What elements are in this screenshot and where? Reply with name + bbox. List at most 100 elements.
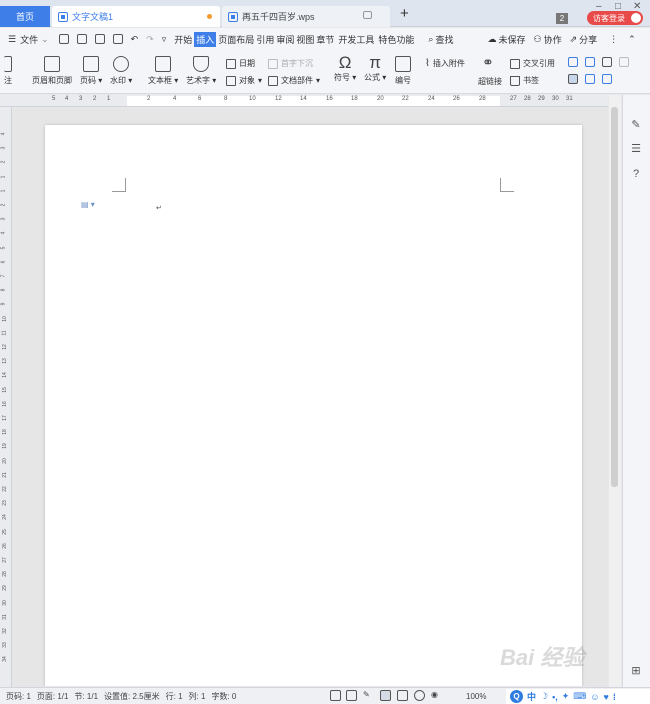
moon-icon[interactable]: ☽ — [540, 691, 548, 702]
smile-icon[interactable]: ☺ — [590, 692, 599, 702]
outline-view-icon[interactable] — [397, 690, 408, 701]
avatar-icon — [631, 13, 641, 23]
textbox-button[interactable]: 文本框 ▾ — [148, 56, 178, 86]
tab-other-document[interactable]: 再五千四百岁.wps — [222, 6, 390, 27]
shirt-icon[interactable]: ♥ — [604, 692, 609, 702]
menu-dev-tools[interactable]: 开发工具 — [338, 33, 374, 46]
vruler-tick: 8 — [0, 288, 7, 292]
vruler-tick: 6 — [0, 260, 7, 264]
menu-review[interactable]: 审阅 — [276, 33, 294, 46]
tab-active-document[interactable]: 文字文稿1 — [52, 6, 220, 27]
grid-menu-icon[interactable]: ⁞ — [613, 692, 616, 702]
ime-lang[interactable]: 中 — [527, 690, 536, 703]
menu-reference[interactable]: 引用 — [256, 33, 274, 46]
menu-file[interactable]: 文件 — [20, 33, 38, 46]
attach-button[interactable]: ⌇ 插入附件 — [425, 58, 465, 69]
dropcap-button[interactable]: 首字下沉 — [268, 58, 313, 69]
help-icon[interactable]: ? — [630, 168, 642, 180]
pen-mode-icon[interactable]: ✎ — [363, 690, 374, 701]
web-view-icon[interactable] — [414, 690, 425, 701]
search-icon[interactable]: ⌕ — [428, 34, 433, 45]
chevron-down-icon[interactable]: ▿ — [162, 34, 167, 45]
layout-icon-4[interactable] — [619, 57, 629, 67]
number-label: 编号 — [395, 76, 411, 85]
tool-icon[interactable]: ✦ — [562, 691, 570, 702]
layout-icon-2[interactable] — [585, 57, 595, 67]
layout-icon-5[interactable] — [568, 74, 578, 84]
vruler-tick: 3 — [0, 217, 7, 221]
paragraph-layout-icon[interactable]: ▤ ▾ — [81, 200, 95, 209]
share-icon: ⇗ — [569, 33, 578, 44]
watermark-button[interactable]: 水印 ▾ — [110, 56, 132, 86]
punct-icon[interactable]: •, — [552, 692, 558, 702]
vruler-tick: 27 — [1, 557, 8, 563]
vruler-tick: 7 — [0, 274, 7, 278]
print-icon[interactable] — [94, 34, 105, 44]
search-button[interactable]: 查找 — [435, 33, 453, 46]
vruler-tick: 2 — [0, 203, 7, 207]
object-button[interactable]: 对象 ▾ — [226, 75, 262, 86]
ruler-tick: 10 — [249, 96, 256, 102]
save-icon[interactable] — [58, 34, 69, 44]
share-button[interactable]: 分享 — [579, 33, 597, 46]
more-icon[interactable]: ⋮ — [609, 34, 618, 45]
tab-home[interactable]: 首页 — [0, 6, 50, 27]
menu-layout[interactable]: 页面布局 — [218, 33, 254, 46]
bookmark-button[interactable]: 书签 — [510, 75, 539, 86]
vertical-ruler[interactable]: 4 3 2 1 1 2 3 4 5 6 7 8 9 10 11 12 13 14 15 16 17 18 19 20 21 22 2… — [0, 107, 12, 687]
menu-start[interactable]: 开始 — [174, 33, 192, 46]
vruler-tick: 30 — [1, 599, 8, 606]
menu-special[interactable]: 特色功能 — [378, 33, 414, 46]
pi-icon: π — [369, 53, 381, 72]
formula-button[interactable]: π 公式 ▾ — [364, 54, 386, 83]
read-mode-icon[interactable] — [346, 690, 357, 701]
collab-button[interactable]: 协作 — [544, 33, 562, 46]
vruler-tick: 2 — [0, 161, 7, 164]
symbol-button[interactable]: Ω 符号 ▾ — [334, 54, 356, 83]
hyperlink-icon-button[interactable]: ⚭ — [482, 54, 494, 70]
ime-toolbar[interactable]: Q 中 ☽ •, ✦ ⌨ ☺ ♥ ⁞ — [506, 689, 650, 704]
fullscreen-icon[interactable] — [330, 690, 341, 701]
unsaved-status[interactable]: 未保存 — [498, 33, 525, 46]
undo-icon[interactable]: ↶ — [131, 34, 139, 45]
layout-icon-6[interactable] — [585, 74, 595, 84]
export-icon[interactable] — [76, 34, 87, 44]
doc-parts-button[interactable]: 文档部件 ▾ — [268, 75, 320, 86]
menu-chapter[interactable]: 章节 — [316, 33, 334, 46]
page-number-button[interactable]: 页码 ▾ — [80, 56, 102, 86]
keyboard-icon[interactable]: ⌨ — [573, 691, 586, 702]
sliders-icon[interactable]: ☰ — [630, 143, 642, 155]
pen-icon[interactable]: ✎ — [630, 119, 642, 131]
collapse-ribbon-icon[interactable]: ⌃ — [628, 34, 636, 45]
horizontal-ruler[interactable]: 5 4 3 2 1 2 4 6 8 10 12 14 16 18 20 22 2… — [0, 95, 608, 107]
vruler-tick: 28 — [1, 571, 8, 577]
note-button[interactable]: 注 — [4, 56, 12, 86]
vruler-tick: 1 — [0, 175, 7, 178]
layout-icon-1[interactable] — [568, 57, 578, 67]
new-tab-button[interactable]: + — [400, 6, 409, 21]
document-page[interactable]: ▤ ▾ ↵ — [45, 125, 582, 686]
preview-icon[interactable] — [112, 34, 123, 44]
chevron-down-icon[interactable]: ⌄ — [41, 34, 49, 45]
crossref-button[interactable]: 交叉引用 — [510, 58, 555, 69]
menu-insert[interactable]: 插入 — [194, 31, 217, 47]
number-button[interactable]: 编号 — [395, 56, 411, 86]
layout-icon-7[interactable] — [602, 74, 612, 84]
page-view-icon[interactable] — [380, 690, 391, 701]
date-button[interactable]: 日期 — [226, 58, 255, 69]
hyperlink-button[interactable]: 超链接 — [478, 76, 502, 87]
zoom-level[interactable]: 100% — [466, 692, 486, 701]
scrollbar-thumb[interactable] — [611, 107, 618, 487]
menu-view[interactable]: 视图 — [296, 33, 314, 46]
grid-icon[interactable]: ⊞ — [630, 665, 642, 677]
window-count-badge[interactable]: 2 — [556, 13, 568, 24]
layout-icon-3[interactable] — [602, 57, 612, 67]
wordart-button[interactable]: 艺术字 ▾ — [186, 56, 216, 86]
vertical-scrollbar[interactable] — [609, 95, 621, 687]
login-button[interactable]: 访客登录 — [587, 11, 643, 25]
header-footer-button[interactable]: 页眉和页脚 — [32, 56, 72, 86]
number-icon — [395, 56, 411, 72]
eye-protect-icon[interactable]: ◉ — [431, 690, 442, 701]
redo-icon[interactable]: ↷ — [146, 34, 154, 45]
hamburger-icon[interactable]: ☰ — [8, 34, 16, 45]
